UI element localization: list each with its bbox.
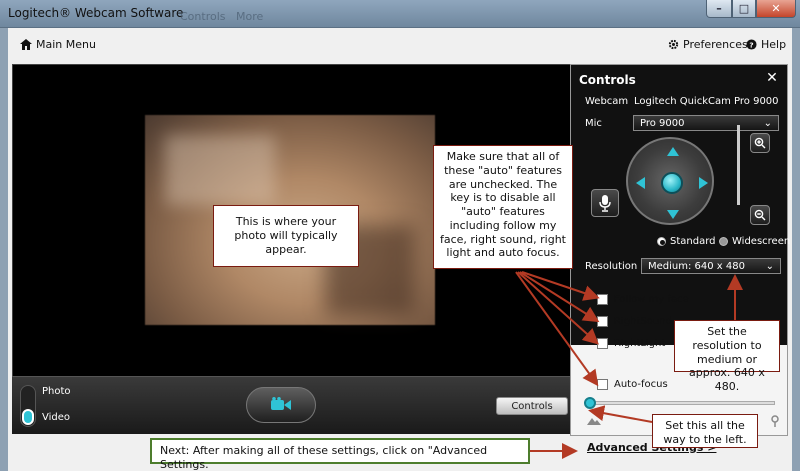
gear-icon: [668, 39, 679, 50]
annotation-photo-placeholder: This is where your photo will typically …: [213, 205, 359, 267]
flower-icon: [771, 415, 779, 427]
svg-text:?: ?: [749, 40, 753, 49]
standard-radio[interactable]: Standard: [657, 236, 716, 247]
resolution-label: Resolution: [585, 261, 638, 272]
webcam-value: Logitech QuickCam Pro 9000: [634, 96, 779, 107]
checkbox-box[interactable]: [597, 338, 608, 349]
mic-mute-button[interactable]: [591, 189, 619, 217]
main-menu-label: Main Menu: [36, 38, 96, 51]
close-controls-button[interactable]: ✕: [764, 71, 780, 87]
widescreen-label: Widescreen: [732, 236, 791, 247]
photo-mode-label: Photo: [42, 386, 71, 397]
pan-up-icon[interactable]: [667, 147, 679, 156]
controls-panel: Controls ✕ Webcam Logitech QuickCam Pro …: [570, 64, 790, 454]
pan-down-icon[interactable]: [667, 210, 679, 219]
zoom-in-button[interactable]: [750, 133, 770, 153]
video-mode-label: Video: [42, 412, 71, 423]
mic-select-value: Pro 9000: [640, 117, 685, 129]
resolution-select[interactable]: Medium: 640 x 480 ⌄: [641, 258, 781, 274]
chevron-down-icon: ⌄: [763, 117, 772, 129]
zoom-out-icon: [754, 209, 766, 221]
main-menu-button[interactable]: Main Menu: [20, 38, 96, 51]
preferences-label: Preferences: [683, 38, 748, 51]
zoom-slider-track[interactable]: [737, 125, 740, 205]
rightlight-checkbox[interactable]: RightLight: [597, 338, 665, 349]
titlebar-ghost-menu-more: More: [236, 10, 264, 23]
resolution-select-value: Medium: 640 x 480: [648, 260, 745, 272]
controls-title: Controls: [579, 73, 636, 87]
mic-select[interactable]: Pro 9000 ⌄: [633, 115, 779, 131]
checkbox-box[interactable]: [597, 379, 608, 390]
window-title: Logitech® Webcam Software: [8, 6, 184, 20]
annotation-next-step: Next: After making all of these settings…: [150, 438, 530, 471]
photo-video-toggle[interactable]: [20, 385, 36, 427]
pan-left-icon[interactable]: [636, 177, 645, 189]
checkbox-box[interactable]: [597, 316, 608, 327]
checkbox-label: Follow my face: [614, 294, 689, 305]
close-window-button[interactable]: ✕: [756, 0, 796, 18]
controls-button[interactable]: Controls: [496, 397, 568, 415]
pan-tilt-dpad[interactable]: [626, 137, 714, 225]
widescreen-radio[interactable]: Widescreen: [719, 236, 790, 247]
window-frame-left: [0, 28, 8, 471]
checkbox-label: RightLight: [614, 338, 666, 349]
app-client-area: Main Menu Preferences ? Help Photo Video: [8, 28, 792, 471]
capture-bar: Photo Video Controls: [12, 376, 572, 434]
top-toolbar: Main Menu Preferences ? Help: [8, 28, 792, 62]
pan-right-icon[interactable]: [699, 177, 708, 189]
annotation-slider: Set this all the way to the left.: [652, 414, 758, 448]
follow-my-face-checkbox[interactable]: Follow my face: [597, 294, 689, 305]
record-video-button[interactable]: [246, 387, 316, 423]
mountain-icon: [587, 418, 601, 425]
standard-radio-dot: [657, 237, 666, 246]
zoom-in-icon: [754, 137, 766, 149]
focus-slider-thumb[interactable]: [584, 397, 596, 409]
focus-slider[interactable]: [584, 397, 775, 409]
widescreen-radio-dot: [719, 237, 728, 246]
rightsound-checkbox[interactable]: RightSound: [597, 316, 672, 327]
zoom-out-button[interactable]: [750, 205, 770, 225]
standard-label: Standard: [670, 236, 716, 247]
annotation-auto-features: Make sure that all of these "auto" featu…: [433, 145, 573, 269]
checkbox-label: Auto-focus: [614, 379, 668, 390]
preferences-button[interactable]: Preferences: [668, 38, 748, 51]
maximize-button[interactable]: □: [732, 0, 756, 18]
microphone-icon: [599, 195, 611, 212]
video-camera-icon: [271, 397, 291, 410]
checkbox-label: RightSound: [614, 316, 672, 327]
help-icon: ?: [746, 39, 757, 50]
toggle-knob: [22, 409, 34, 425]
annotation-resolution: Set the resolution to medium or approx. …: [674, 320, 780, 393]
window-frame-right: [792, 28, 800, 471]
help-button[interactable]: ? Help: [746, 38, 786, 51]
minimize-button[interactable]: –: [706, 0, 732, 18]
auto-focus-checkbox[interactable]: Auto-focus: [597, 379, 668, 390]
chevron-down-icon: ⌄: [765, 260, 774, 272]
window-titlebar: Logitech® Webcam Software Controls More …: [0, 0, 800, 28]
home-icon: [20, 39, 32, 50]
titlebar-ghost-menu-controls: Controls: [180, 10, 226, 23]
mic-label: Mic: [585, 118, 602, 129]
webcam-label: Webcam: [585, 96, 629, 107]
checkbox-box[interactable]: [597, 294, 608, 305]
help-label: Help: [761, 38, 787, 51]
pan-center-button[interactable]: [661, 172, 683, 194]
